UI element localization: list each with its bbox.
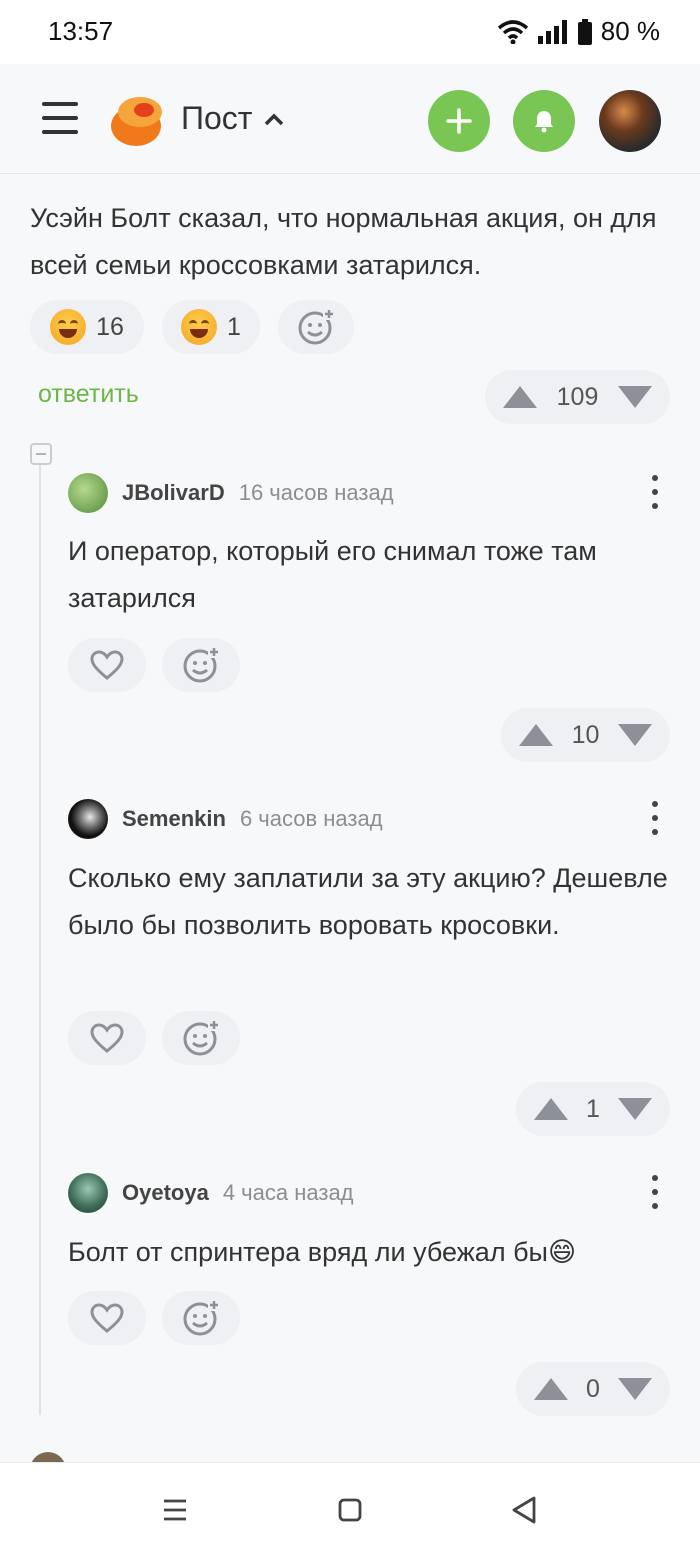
like-button[interactable]: [68, 1011, 146, 1065]
comment-username[interactable]: Oyetoya: [122, 1180, 209, 1206]
menu-icon[interactable]: [42, 102, 78, 136]
post-vote-control: 109: [485, 370, 670, 424]
comment-vote-control: 1: [516, 1082, 670, 1136]
avatar[interactable]: [68, 1173, 108, 1213]
add-reaction-button[interactable]: [162, 638, 240, 692]
plus-icon: [446, 108, 472, 134]
downvote-icon[interactable]: [618, 1098, 652, 1120]
comment-username[interactable]: Semenkin: [122, 806, 226, 832]
add-emoji-icon: [183, 1019, 220, 1056]
status-icons: 80 %: [497, 16, 660, 47]
back-icon[interactable]: [510, 1495, 538, 1525]
avatar[interactable]: [68, 473, 108, 513]
add-reaction-button[interactable]: [162, 1011, 240, 1065]
comment-vote-control: 0: [516, 1362, 670, 1416]
app-header: Пост: [0, 64, 700, 174]
like-button[interactable]: [68, 638, 146, 692]
reaction-smiling[interactable]: 1: [162, 300, 260, 354]
more-options-icon[interactable]: [652, 475, 658, 509]
downvote-icon[interactable]: [618, 386, 652, 408]
collapse-thread-icon[interactable]: [30, 443, 52, 465]
thread-line[interactable]: [39, 465, 41, 1415]
heart-icon: [90, 1023, 124, 1053]
add-emoji-icon: [183, 1299, 220, 1336]
comment-time: 6 часов назад: [239, 806, 383, 831]
heart-icon: [90, 1303, 124, 1333]
app-logo[interactable]: [106, 92, 164, 148]
vote-count: 10: [571, 720, 600, 749]
upvote-icon[interactable]: [519, 724, 553, 746]
add-reaction-button[interactable]: [162, 1291, 240, 1345]
battery-icon: [577, 18, 592, 45]
upvote-icon[interactable]: [503, 386, 537, 408]
chevron-up-icon: [265, 113, 284, 125]
signal-icon: [537, 19, 567, 44]
recent-apps-icon[interactable]: [162, 1497, 188, 1523]
vote-count: 109: [556, 382, 599, 411]
more-options-icon[interactable]: [652, 1175, 658, 1209]
avatar[interactable]: [68, 799, 108, 839]
comment-vote-control: 10: [501, 708, 670, 762]
bell-icon: [535, 111, 553, 133]
like-button[interactable]: [68, 1291, 146, 1345]
comment-username[interactable]: JBolivarD: [122, 480, 225, 506]
more-options-icon[interactable]: [652, 801, 658, 835]
comment-time: 16 часов назад: [238, 480, 394, 505]
comment-text: Болт от спринтера вряд ли убежал бы😄: [68, 1237, 577, 1267]
comment-text: Сколько ему заплатили за эту акцию? Деше…: [68, 863, 668, 940]
add-emoji-icon: [298, 308, 335, 345]
upvote-icon[interactable]: [534, 1378, 568, 1400]
status-time: 13:57: [48, 16, 114, 46]
wifi-icon: [497, 19, 528, 44]
vote-count: 0: [586, 1374, 600, 1403]
profile-avatar[interactable]: [599, 90, 661, 152]
reply-link[interactable]: ответить: [38, 380, 139, 409]
reaction-laughing[interactable]: 16: [30, 300, 144, 354]
system-nav-bar: [0, 1462, 700, 1556]
comment-header: JBolivarD 16 часов назад: [68, 473, 668, 513]
reaction-count: 16: [96, 312, 124, 341]
comment-header: Semenkin 6 часов назад: [68, 799, 668, 839]
laughing-emoji-icon: [50, 309, 87, 345]
add-emoji-icon: [183, 646, 220, 683]
comment-header: Oyetoya 4 часа назад: [68, 1173, 668, 1213]
page-title[interactable]: Пост: [181, 100, 284, 137]
status-bar: 13:57 80 %: [0, 0, 700, 64]
battery-percent: 80 %: [600, 16, 660, 46]
post-comment-text: Усэйн Болт сказал, что нормальная акция,…: [30, 203, 657, 280]
heart-icon: [90, 650, 124, 680]
add-post-button[interactable]: [428, 90, 490, 152]
page-title-text: Пост: [181, 100, 253, 136]
comment-text: И оператор, который его снимал тоже там …: [68, 536, 597, 613]
home-icon[interactable]: [337, 1497, 363, 1523]
smiling-emoji-icon: [181, 309, 218, 345]
add-reaction-button[interactable]: [278, 300, 354, 354]
notifications-button[interactable]: [513, 90, 575, 152]
upvote-icon[interactable]: [534, 1098, 568, 1120]
vote-count: 1: [586, 1094, 600, 1123]
downvote-icon[interactable]: [618, 1378, 652, 1400]
comment-time: 4 часа назад: [222, 1180, 354, 1205]
downvote-icon[interactable]: [618, 724, 652, 746]
reaction-count: 1: [227, 312, 241, 341]
